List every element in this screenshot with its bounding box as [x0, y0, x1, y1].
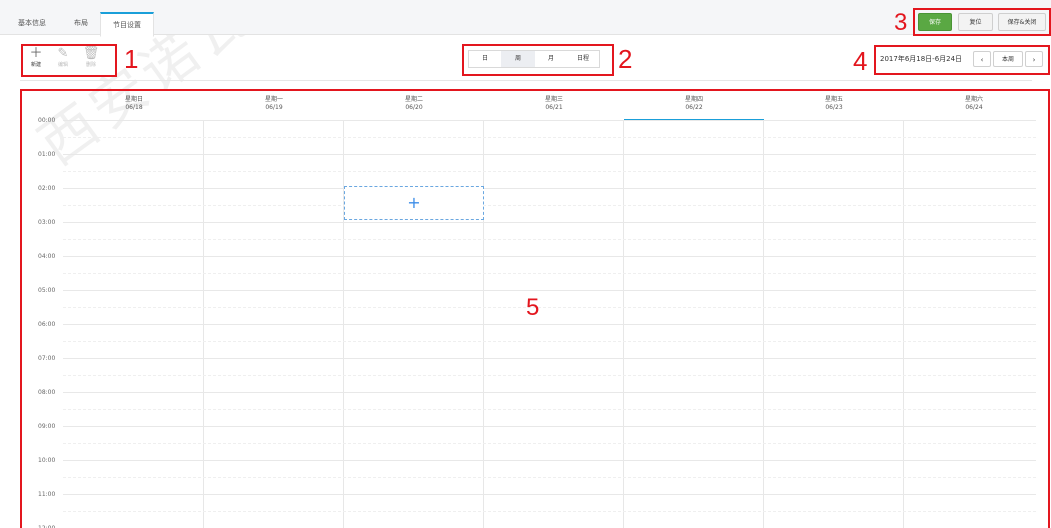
- tab-program-settings[interactable]: 节目设置: [100, 12, 154, 37]
- annotation-number-2: 2: [618, 44, 633, 74]
- annotation-box-1: [21, 44, 117, 77]
- annotation-number-4: 4: [853, 46, 868, 76]
- tab-layout[interactable]: 布局: [64, 12, 98, 34]
- annotation-box-2: [462, 44, 614, 76]
- annotation-box-3: [913, 8, 1051, 36]
- annotation-number-3: 3: [894, 9, 908, 36]
- tab-basic-info[interactable]: 基本信息: [4, 12, 60, 34]
- toolbar-divider: [20, 80, 1032, 81]
- annotation-number-1: 1: [124, 44, 139, 74]
- annotation-box-4: [874, 45, 1050, 75]
- annotation-number-5: 5: [526, 294, 540, 321]
